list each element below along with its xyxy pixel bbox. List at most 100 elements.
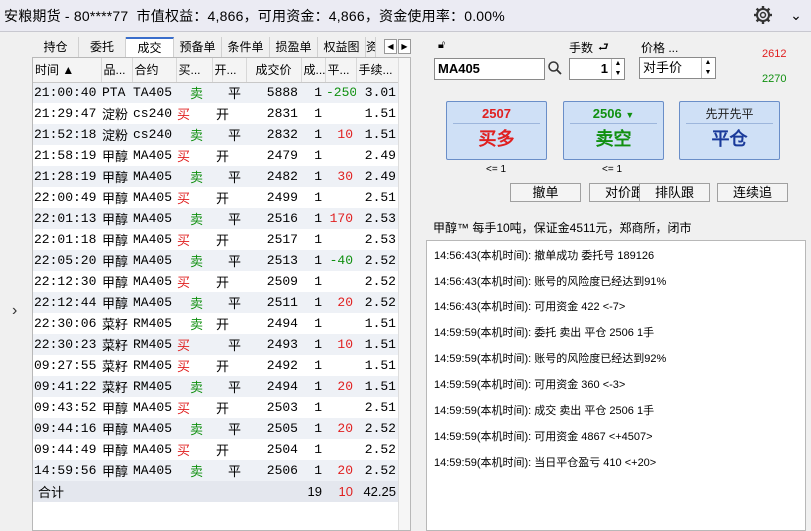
table-row[interactable]: 21:28:19 甲醇 MA405 卖平 2482 1 30 2.49 <box>33 166 399 187</box>
contract-input[interactable]: MA405 <box>434 58 545 80</box>
col-product[interactable]: 品... <box>101 58 133 83</box>
price-stepper[interactable]: ▲ ▼ <box>701 58 714 78</box>
table-row[interactable]: 14:59:56 甲醇 MA405 卖平 2506 1 20 2.52 <box>33 460 399 481</box>
cell-contract: cs240 <box>132 103 176 124</box>
tab-left-arrow-icon[interactable]: ◀ <box>384 39 397 54</box>
close-position-button[interactable]: 先开先平 平仓 <box>679 101 780 160</box>
cell-open-close: 平 <box>212 166 246 187</box>
table-scrollbar[interactable] <box>398 58 410 530</box>
cell-qty: 1 <box>301 355 325 376</box>
col-qty[interactable]: 成... <box>301 58 326 83</box>
cell-pnl: 10 <box>325 124 356 145</box>
triangle-down-icon: ▼ <box>625 110 635 120</box>
expand-arrow-icon[interactable]: › <box>12 302 17 320</box>
cell-open-close: 平 <box>212 82 246 103</box>
cell-direction: 买 <box>176 103 212 124</box>
table-row[interactable]: 09:43:52 甲醇 MA405 买开 2503 1 2.51 <box>33 397 399 418</box>
table-row[interactable]: 21:58:19 甲醇 MA405 买开 2479 1 2.49 <box>33 145 399 166</box>
cell-direction: 卖 <box>176 313 212 334</box>
close-position-label: 平仓 <box>711 129 748 150</box>
cell-fee: 1.51 <box>356 124 399 145</box>
table-row[interactable]: 22:30:23 菜籽 RM405 买平 2493 1 10 1.51 <box>33 334 399 355</box>
table-row[interactable]: 22:12:44 甲醇 MA405 卖平 2511 1 20 2.52 <box>33 292 399 313</box>
tab-orders[interactable]: 委托 <box>79 37 126 57</box>
table-row[interactable]: 21:52:18 淀粉 cs240 卖平 2832 1 10 1.51 <box>33 124 399 145</box>
col-time[interactable]: 时间 ▲ <box>33 58 102 83</box>
table-row[interactable]: 22:05:20 甲醇 MA405 卖平 2513 1 -40 2.52 <box>33 250 399 271</box>
table-row[interactable]: 09:44:16 甲醇 MA405 卖平 2505 1 20 2.52 <box>33 418 399 439</box>
cell-fee: 1.51 <box>356 334 399 355</box>
table-row[interactable]: 09:27:55 菜籽 RM405 买开 2492 1 1.51 <box>33 355 399 376</box>
cell-fee: 2.52 <box>356 460 399 481</box>
col-contract[interactable]: 合约 <box>132 58 177 83</box>
tab-stop-orders[interactable]: 损盈单 <box>270 37 318 57</box>
cell-price: 2516 <box>246 208 301 229</box>
table-row[interactable]: 22:01:13 甲醇 MA405 卖平 2516 1 170 2.53 <box>33 208 399 229</box>
gear-icon[interactable] <box>753 5 773 25</box>
collapse-icon[interactable]: ⌄ <box>786 5 806 25</box>
cell-direction: 买 <box>176 271 212 292</box>
log-line: 14:59:59(本机时间): 账号的风险度已经达到92% <box>434 353 667 365</box>
tab-right-arrow-icon[interactable]: ▶ <box>398 39 411 54</box>
table-row[interactable]: 09:41:22 菜籽 RM405 卖平 2494 1 20 1.51 <box>33 376 399 397</box>
cancel-order-button[interactable]: 撤单 <box>510 183 581 202</box>
queue-follow-button[interactable]: 排队跟 <box>639 183 710 202</box>
cell-pnl: 170 <box>325 208 356 229</box>
col-price[interactable]: 成交价 <box>246 58 302 83</box>
cell-open-close: 开 <box>212 271 246 292</box>
tab-preset-orders[interactable]: 预备单 <box>174 37 222 57</box>
title-bar: 安粮期货 - 80****77 市值权益：4,866，可用资金：4,866，资金… <box>0 0 811 32</box>
tab-positions[interactable]: 持仓 <box>33 37 79 57</box>
table-row[interactable]: 22:30:06 菜籽 RM405 卖开 2494 1 1.51 <box>33 313 399 334</box>
buy-long-button[interactable]: 2507 买多 <box>446 101 547 160</box>
cell-qty: 1 <box>301 124 325 145</box>
cell-time: 22:01:18 <box>33 229 101 250</box>
cell-time: 09:41:22 <box>33 376 101 397</box>
sell-short-button[interactable]: 2506 ▼ 卖空 <box>563 101 664 160</box>
cell-product: 甲醇 <box>101 229 132 250</box>
col-fee[interactable]: 手续... <box>356 58 400 83</box>
cell-contract: MA405 <box>132 145 176 166</box>
col-open-close[interactable]: 开... <box>212 58 247 83</box>
cell-fee: 2.49 <box>356 145 399 166</box>
search-icon[interactable] <box>547 60 563 76</box>
cell-product: 菜籽 <box>101 376 132 397</box>
cell-price: 2504 <box>246 439 301 460</box>
table-row[interactable]: 22:01:18 甲醇 MA405 买开 2517 1 2.53 <box>33 229 399 250</box>
cell-fee: 1.51 <box>356 355 399 376</box>
cell-price: 2505 <box>246 418 301 439</box>
cell-open-close: 开 <box>212 229 246 250</box>
cell-product: 菜籽 <box>101 313 132 334</box>
cell-product: 甲醇 <box>101 292 132 313</box>
table-row[interactable]: 21:29:47 淀粉 cs240 买开 2831 1 1.51 <box>33 103 399 124</box>
cell-contract: MA405 <box>132 439 176 460</box>
total-qty: 19 <box>301 481 325 502</box>
table-row[interactable]: 22:12:30 甲醇 MA405 买开 2509 1 2.52 <box>33 271 399 292</box>
col-direction[interactable]: 买... <box>176 58 213 83</box>
table-row[interactable]: 21:00:40 PTA TA405 卖平 5888 1 -250 3.01 <box>33 82 399 103</box>
tab-bar: 持仓 委托 成交 预备单 条件单 损盈单 权益图 资 <box>33 37 411 57</box>
table-row[interactable]: 22:00:49 甲醇 MA405 买开 2499 1 2.51 <box>33 187 399 208</box>
cell-qty: 1 <box>301 376 325 397</box>
cell-price: 2513 <box>246 250 301 271</box>
tab-trades[interactable]: 成交 <box>126 37 174 57</box>
cell-contract: MA405 <box>132 187 176 208</box>
cell-contract: RM405 <box>132 334 176 355</box>
cell-contract: MA405 <box>132 418 176 439</box>
col-pnl[interactable]: 平... <box>325 58 357 83</box>
cell-product: 甲醇 <box>101 439 132 460</box>
qty-stepper[interactable]: ▲ ▼ <box>611 59 624 79</box>
cell-qty: 1 <box>301 292 325 313</box>
cell-contract: MA405 <box>132 229 176 250</box>
cell-contract: MA405 <box>132 250 176 271</box>
lock-icon[interactable]: 🔓︎ <box>438 39 445 52</box>
cell-time: 22:00:49 <box>33 187 101 208</box>
tab-equity-chart[interactable]: 权益图 <box>318 37 366 57</box>
table-row[interactable]: 09:44:49 甲醇 MA405 买开 2504 1 2.52 <box>33 439 399 460</box>
continuous-chase-button[interactable]: 连续追 <box>717 183 788 202</box>
tab-conditional-orders[interactable]: 条件单 <box>222 37 270 57</box>
return-arrow-icon[interactable]: ⮐ <box>598 38 609 59</box>
tab-funds[interactable]: 资 <box>366 37 376 57</box>
cell-time: 09:44:16 <box>33 418 101 439</box>
trades-table: 时间 ▲ 品... 合约 买... 开... 成交价 成... 平... 手续.… <box>32 57 411 531</box>
